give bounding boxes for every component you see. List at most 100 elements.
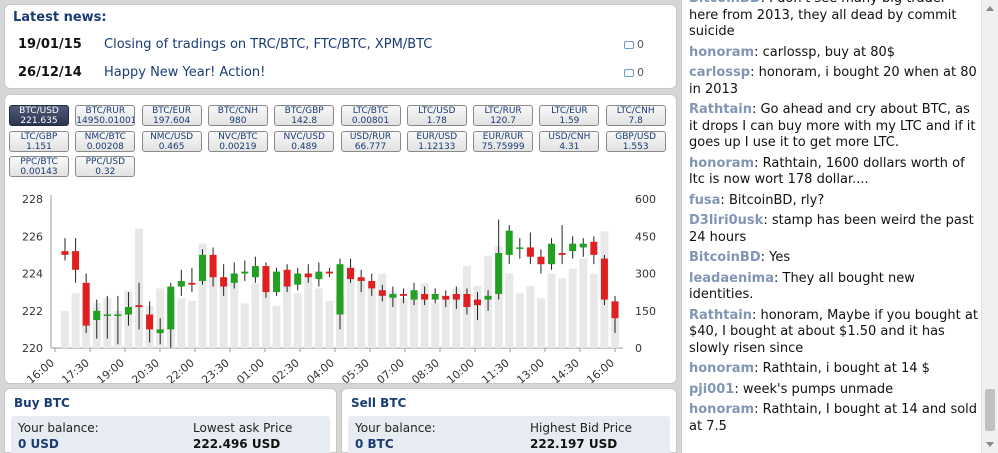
x-tick-label: 10:00 xyxy=(444,356,477,383)
news-comments[interactable]: 0 xyxy=(624,38,644,51)
sell-balance-value[interactable]: 0 BTC xyxy=(355,437,394,451)
chat-separator: : xyxy=(720,192,729,208)
pair-name: NVC/BTC xyxy=(218,131,258,142)
pair-button-usd-rur[interactable]: USD/RUR 66.777 xyxy=(340,130,401,152)
volume-bar xyxy=(526,285,535,348)
y2-tick-label: 300 xyxy=(635,268,656,281)
volume-bar xyxy=(230,278,239,348)
pair-button-eur-usd[interactable]: EUR/USD 1.12133 xyxy=(406,130,467,152)
pair-button-ppc-usd[interactable]: PPC/USD 0.32 xyxy=(75,156,136,177)
pair-button-ltc-rur[interactable]: LTC/RUR 120.7 xyxy=(473,105,534,126)
chat-author[interactable]: carlossp xyxy=(689,65,750,80)
candle-body xyxy=(325,271,333,274)
sell-title: Sell BTC xyxy=(351,396,407,410)
y-tick-label: 226 xyxy=(22,230,43,243)
buy-title: Buy BTC xyxy=(14,396,70,410)
pair-button-gbp-usd[interactable]: GBP/USD 1.553 xyxy=(605,130,666,152)
news-link[interactable]: Happy New Year! Action! xyxy=(104,65,265,80)
candle-body xyxy=(389,293,397,298)
chat-author[interactable]: Rathtain xyxy=(689,102,752,117)
volume-bar xyxy=(431,303,440,348)
pair-rate: 4.31 xyxy=(559,141,580,152)
candle-body xyxy=(526,247,534,257)
chat-text: week's pumps unmade xyxy=(742,381,894,397)
pair-button-nvc-usd[interactable]: NVC/USD 0.489 xyxy=(274,130,335,152)
chat-scrollbar[interactable] xyxy=(981,0,998,453)
pair-name: NVC/USD xyxy=(283,131,325,142)
chat-author[interactable]: honoram xyxy=(689,156,754,171)
pair-name: LTC/CNH xyxy=(616,106,655,116)
pair-button-usd-cnh[interactable]: USD/CNH 4.31 xyxy=(539,130,600,152)
x-tick-label: 13:00 xyxy=(514,356,547,383)
candle-body xyxy=(410,290,418,300)
pair-button-nmc-btc[interactable]: NMC/BTC 0.00208 xyxy=(75,130,136,152)
candle-body xyxy=(548,243,556,265)
pair-button-ltc-eur[interactable]: LTC/EUR 1.59 xyxy=(539,105,600,126)
x-tick-label: 11:30 xyxy=(479,356,512,383)
buy-balance-value[interactable]: 0 USD xyxy=(18,437,59,451)
chat-author[interactable]: honoram xyxy=(689,402,754,417)
pair-rate: 120.7 xyxy=(490,116,516,126)
chat-message: honoram: Rathtain, i bought at 14 $ xyxy=(689,361,979,378)
highest-bid-value[interactable]: 222.197 USD xyxy=(530,437,617,451)
chat-author[interactable]: fusa xyxy=(689,193,720,208)
pair-name: USD/CNH xyxy=(548,131,591,142)
scroll-up-icon[interactable] xyxy=(986,6,994,11)
x-tick-label: 19:00 xyxy=(94,356,127,383)
chat-text: Yes xyxy=(769,250,791,265)
chat-author[interactable]: pji001 xyxy=(689,382,734,397)
lowest-ask-label: Lowest ask Price xyxy=(193,421,293,435)
chat-author[interactable]: BitcoinBD xyxy=(689,0,761,6)
pair-rate: 197.604 xyxy=(152,116,191,126)
pair-rate: 0.32 xyxy=(95,167,116,177)
scroll-down-icon[interactable] xyxy=(986,442,994,447)
market-panel: BTC/USD 221.635 BTC/RUR 14950.01001 BTC/EUR 1… xyxy=(4,94,677,384)
chat-author[interactable]: honoram xyxy=(689,45,754,60)
x-tick-label: 04:00 xyxy=(304,356,337,383)
candle-body xyxy=(177,280,185,287)
pair-name: NMC/BTC xyxy=(84,131,126,142)
news-item[interactable]: 26/12/14 Happy New Year! Action! 0 xyxy=(18,65,668,83)
pair-button-btc-eur[interactable]: BTC/EUR 197.604 xyxy=(141,105,202,126)
sell-info-box: Your balance: 0 BTC Highest Bid Price 22… xyxy=(348,416,670,453)
x-tick-label: 20:30 xyxy=(129,356,162,383)
y2-tick-label: 600 xyxy=(635,193,656,206)
volume-bar xyxy=(314,288,323,348)
chat-author[interactable]: Rathtain xyxy=(689,308,752,323)
pair-button-nmc-usd[interactable]: NMC/USD 0.465 xyxy=(141,130,202,152)
chat-messages: BitcoinBD: I don't see many big trader h… xyxy=(689,0,979,439)
lowest-ask-value[interactable]: 222.496 USD xyxy=(193,437,280,451)
chat-separator: : xyxy=(773,270,783,286)
pair-button-ltc-cnh[interactable]: LTC/CNH 7.8 xyxy=(605,105,666,126)
pair-button-nvc-btc[interactable]: NVC/BTC 0.00219 xyxy=(207,130,268,152)
volume-bar xyxy=(536,298,545,348)
pair-name: PPC/BTC xyxy=(20,157,58,167)
pair-button-ltc-btc[interactable]: LTC/BTC 0.00801 xyxy=(340,105,401,126)
pair-button-btc-gbp[interactable]: BTC/GBP 142.8 xyxy=(274,105,335,126)
pair-name: LTC/RUR xyxy=(484,106,522,116)
candle-body xyxy=(611,301,619,319)
pair-button-btc-usd[interactable]: BTC/USD 221.635 xyxy=(9,105,69,126)
candle-body xyxy=(357,277,365,281)
chat-author[interactable]: honoram xyxy=(689,361,754,376)
pair-button-eur-rur[interactable]: EUR/RUR 75.75999 xyxy=(473,130,534,152)
chat-author[interactable]: D3liri0usk xyxy=(689,213,763,228)
pair-button-ltc-gbp[interactable]: LTC/GBP 1.151 xyxy=(9,130,69,152)
news-item[interactable]: 19/01/15 Closing of tradings on TRC/BTC,… xyxy=(18,37,668,55)
candle-body xyxy=(156,329,164,334)
volume-bar xyxy=(251,283,260,348)
candle-body xyxy=(209,254,217,278)
news-comments[interactable]: 0 xyxy=(624,66,644,79)
candle-body xyxy=(516,247,524,249)
chat-author[interactable]: leadaenima xyxy=(689,271,774,286)
pair-button-btc-rur[interactable]: BTC/RUR 14950.01001 xyxy=(75,105,136,126)
scroll-thumb[interactable] xyxy=(985,389,995,431)
y-tick-label: 228 xyxy=(22,193,43,206)
pair-button-ltc-usd[interactable]: LTC/USD 1.78 xyxy=(406,105,467,126)
pair-rate: 75.75999 xyxy=(481,141,525,152)
news-link[interactable]: Closing of tradings on TRC/BTC, FTC/BTC,… xyxy=(104,37,432,52)
chat-message: honoram: carlossp, buy at 80$ xyxy=(689,45,979,62)
pair-button-ppc-btc[interactable]: PPC/BTC 0.00143 xyxy=(9,156,69,177)
chat-author[interactable]: BitcoinBD xyxy=(689,250,761,265)
pair-button-btc-cnh[interactable]: BTC/CNH 980 xyxy=(207,105,268,126)
